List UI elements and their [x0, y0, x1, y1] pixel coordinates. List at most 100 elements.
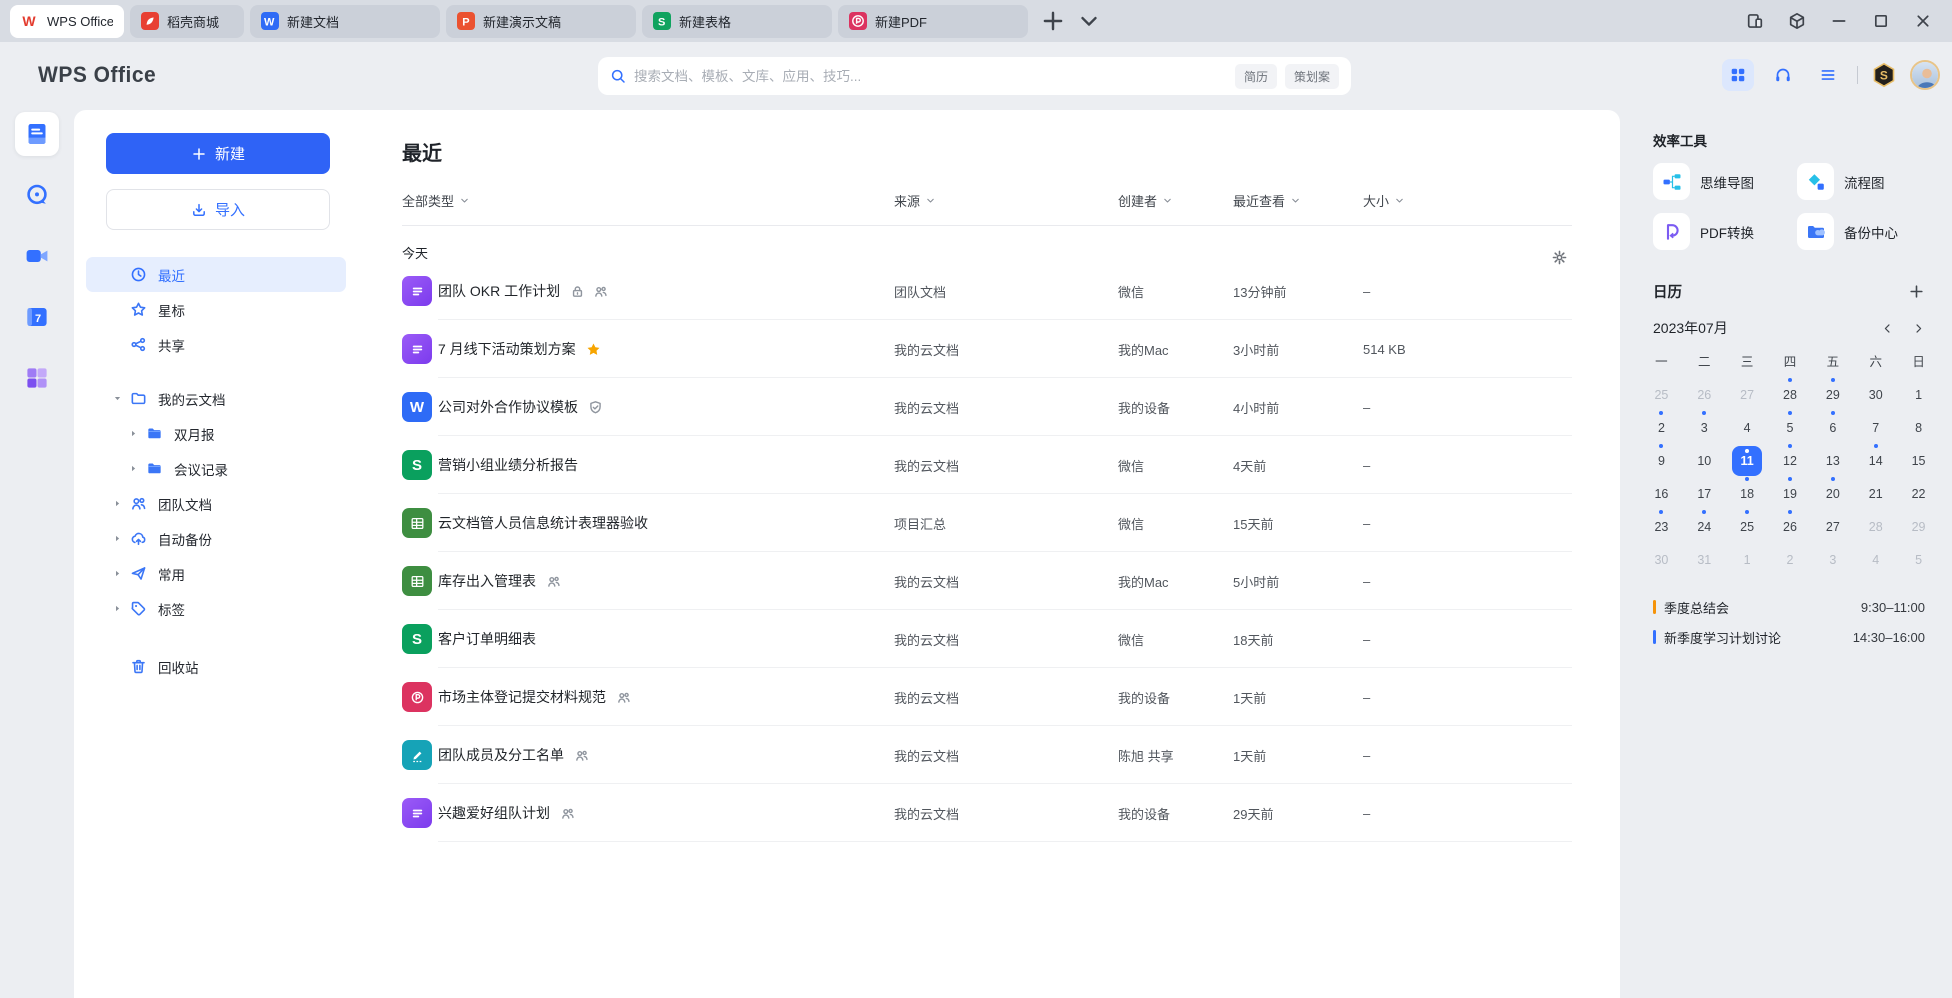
- tab-list-button[interactable]: [1076, 8, 1102, 34]
- calendar-day-30[interactable]: 30: [1854, 378, 1897, 411]
- rail-item-documents[interactable]: [15, 112, 59, 156]
- sidebar-item-会议记录[interactable]: 会议记录: [86, 451, 346, 486]
- calendar-day-25[interactable]: 25: [1726, 510, 1769, 543]
- event-新季度学习计划讨论[interactable]: 新季度学习计划讨论14:30–16:00: [1653, 622, 1925, 652]
- new-button[interactable]: 新建: [106, 133, 330, 174]
- calendar-day-2[interactable]: 2: [1769, 543, 1812, 576]
- support-button[interactable]: [1767, 59, 1799, 91]
- caret-right-icon[interactable]: [122, 428, 144, 439]
- calendar-day-5[interactable]: 5: [1769, 411, 1812, 444]
- rail-item-calendar-app[interactable]: 7: [15, 295, 59, 339]
- filter-全部类型[interactable]: 全部类型: [402, 191, 470, 210]
- calendar-day-2[interactable]: 2: [1640, 411, 1683, 444]
- filter-大小[interactable]: 大小: [1363, 191, 1405, 210]
- calendar-day-22[interactable]: 22: [1897, 477, 1940, 510]
- tab-新建PDF[interactable]: 新建PDF: [838, 5, 1028, 38]
- calendar-day-1[interactable]: 1: [1897, 378, 1940, 411]
- calendar-day-6[interactable]: 6: [1811, 411, 1854, 444]
- apps-grid-button[interactable]: [1722, 59, 1754, 91]
- sidebar-item-星标[interactable]: 星标: [86, 292, 346, 327]
- calendar-day-5[interactable]: 5: [1897, 543, 1940, 576]
- sidebar-item-标签[interactable]: 标签: [86, 591, 346, 626]
- calendar-day-30[interactable]: 30: [1640, 543, 1683, 576]
- sidebar-item-双月报[interactable]: 双月报: [86, 416, 346, 451]
- sidebar-item-最近[interactable]: 最近: [86, 257, 346, 292]
- calendar-day-15[interactable]: 15: [1897, 444, 1940, 477]
- sidebar-item-团队文档[interactable]: 团队文档: [86, 486, 346, 521]
- calendar-day-24[interactable]: 24: [1683, 510, 1726, 543]
- tab-稻壳商城[interactable]: 稻壳商城: [130, 5, 244, 38]
- calendar-day-11[interactable]: 11: [1726, 444, 1769, 477]
- tab-WPS Office[interactable]: WWPS Office: [10, 5, 124, 38]
- event-季度总结会[interactable]: 季度总结会9:30–11:00: [1653, 592, 1925, 622]
- sidebar-item-我的云文档[interactable]: 我的云文档: [86, 381, 346, 416]
- svip-badge[interactable]: S: [1871, 62, 1897, 88]
- calendar-day-29[interactable]: 29: [1897, 510, 1940, 543]
- file-row[interactable]: W公司对外合作协议模板我的云文档我的设备4小时前–: [402, 378, 1572, 436]
- file-row[interactable]: S客户订单明细表我的云文档微信18天前–: [402, 610, 1572, 668]
- rail-item-meetings[interactable]: [15, 234, 59, 278]
- tool-思维导图[interactable]: 思维导图: [1653, 163, 1797, 200]
- import-button[interactable]: 导入: [106, 189, 330, 230]
- calendar-day-8[interactable]: 8: [1897, 411, 1940, 444]
- calendar-day-3[interactable]: 3: [1811, 543, 1854, 576]
- calendar-day-31[interactable]: 31: [1683, 543, 1726, 576]
- calendar-day-12[interactable]: 12: [1769, 444, 1812, 477]
- tab-新建文档[interactable]: W新建文档: [250, 5, 440, 38]
- rail-item-apps-center[interactable]: [15, 356, 59, 400]
- tool-PDF转换[interactable]: PDF转换: [1653, 213, 1797, 250]
- workspace-button[interactable]: [1788, 12, 1806, 30]
- caret-right-icon[interactable]: [106, 533, 128, 544]
- device-sync-button[interactable]: [1746, 12, 1764, 30]
- calendar-day-10[interactable]: 10: [1683, 444, 1726, 477]
- tab-新建演示文稿[interactable]: P新建演示文稿: [446, 5, 636, 38]
- sidebar-item-共享[interactable]: 共享: [86, 327, 346, 362]
- file-row[interactable]: 云文档管人员信息统计表理器验收项目汇总微信15天前–: [402, 494, 1572, 552]
- calendar-day-9[interactable]: 9: [1640, 444, 1683, 477]
- calendar-day-17[interactable]: 17: [1683, 477, 1726, 510]
- file-row[interactable]: 市场主体登记提交材料规范我的云文档我的设备1天前–: [402, 668, 1572, 726]
- calendar-day-20[interactable]: 20: [1811, 477, 1854, 510]
- tool-流程图[interactable]: 流程图: [1797, 163, 1925, 200]
- caret-right-icon[interactable]: [106, 603, 128, 614]
- calendar-day-4[interactable]: 4: [1726, 411, 1769, 444]
- new-tab-button[interactable]: [1040, 8, 1066, 34]
- calendar-day-25[interactable]: 25: [1640, 378, 1683, 411]
- file-row[interactable]: 兴趣爱好组队计划我的云文档我的设备29天前–: [402, 784, 1572, 842]
- file-row[interactable]: 团队 OKR 工作计划团队文档微信13分钟前–: [402, 262, 1572, 320]
- calendar-day-21[interactable]: 21: [1854, 477, 1897, 510]
- filter-最近查看[interactable]: 最近查看: [1233, 191, 1301, 210]
- sidebar-item-常用[interactable]: 常用: [86, 556, 346, 591]
- calendar-day-27[interactable]: 27: [1811, 510, 1854, 543]
- menu-button[interactable]: [1812, 59, 1844, 91]
- search-tag-简历[interactable]: 简历: [1235, 64, 1277, 89]
- calendar-day-13[interactable]: 13: [1811, 444, 1854, 477]
- filter-来源[interactable]: 来源: [894, 191, 936, 210]
- calendar-day-26[interactable]: 26: [1683, 378, 1726, 411]
- calendar-prev-button[interactable]: [1881, 322, 1894, 335]
- file-row[interactable]: 库存出入管理表我的云文档我的Mac5小时前–: [402, 552, 1572, 610]
- calendar-day-14[interactable]: 14: [1854, 444, 1897, 477]
- sidebar-item-回收站[interactable]: 回收站: [86, 649, 346, 684]
- file-row[interactable]: 团队成员及分工名单我的云文档陈旭 共享1天前–: [402, 726, 1572, 784]
- filter-创建者[interactable]: 创建者: [1118, 191, 1173, 210]
- calendar-day-27[interactable]: 27: [1726, 378, 1769, 411]
- calendar-day-16[interactable]: 16: [1640, 477, 1683, 510]
- maximize-button[interactable]: [1872, 12, 1890, 30]
- calendar-day-26[interactable]: 26: [1769, 510, 1812, 543]
- file-row[interactable]: S营销小组业绩分析报告我的云文档微信4天前–: [402, 436, 1572, 494]
- caret-down-icon[interactable]: [106, 393, 128, 404]
- calendar-day-29[interactable]: 29: [1811, 378, 1854, 411]
- close-button[interactable]: [1914, 12, 1932, 30]
- tab-新建表格[interactable]: S新建表格: [642, 5, 832, 38]
- calendar-day-1[interactable]: 1: [1726, 543, 1769, 576]
- calendar-day-7[interactable]: 7: [1854, 411, 1897, 444]
- sidebar-item-自动备份[interactable]: 自动备份: [86, 521, 346, 556]
- tool-备份中心[interactable]: 备份中心: [1797, 213, 1925, 250]
- calendar-day-4[interactable]: 4: [1854, 543, 1897, 576]
- search-input[interactable]: [634, 69, 1235, 84]
- caret-right-icon[interactable]: [106, 568, 128, 579]
- minimize-button[interactable]: [1830, 12, 1848, 30]
- calendar-day-19[interactable]: 19: [1769, 477, 1812, 510]
- caret-right-icon[interactable]: [122, 463, 144, 474]
